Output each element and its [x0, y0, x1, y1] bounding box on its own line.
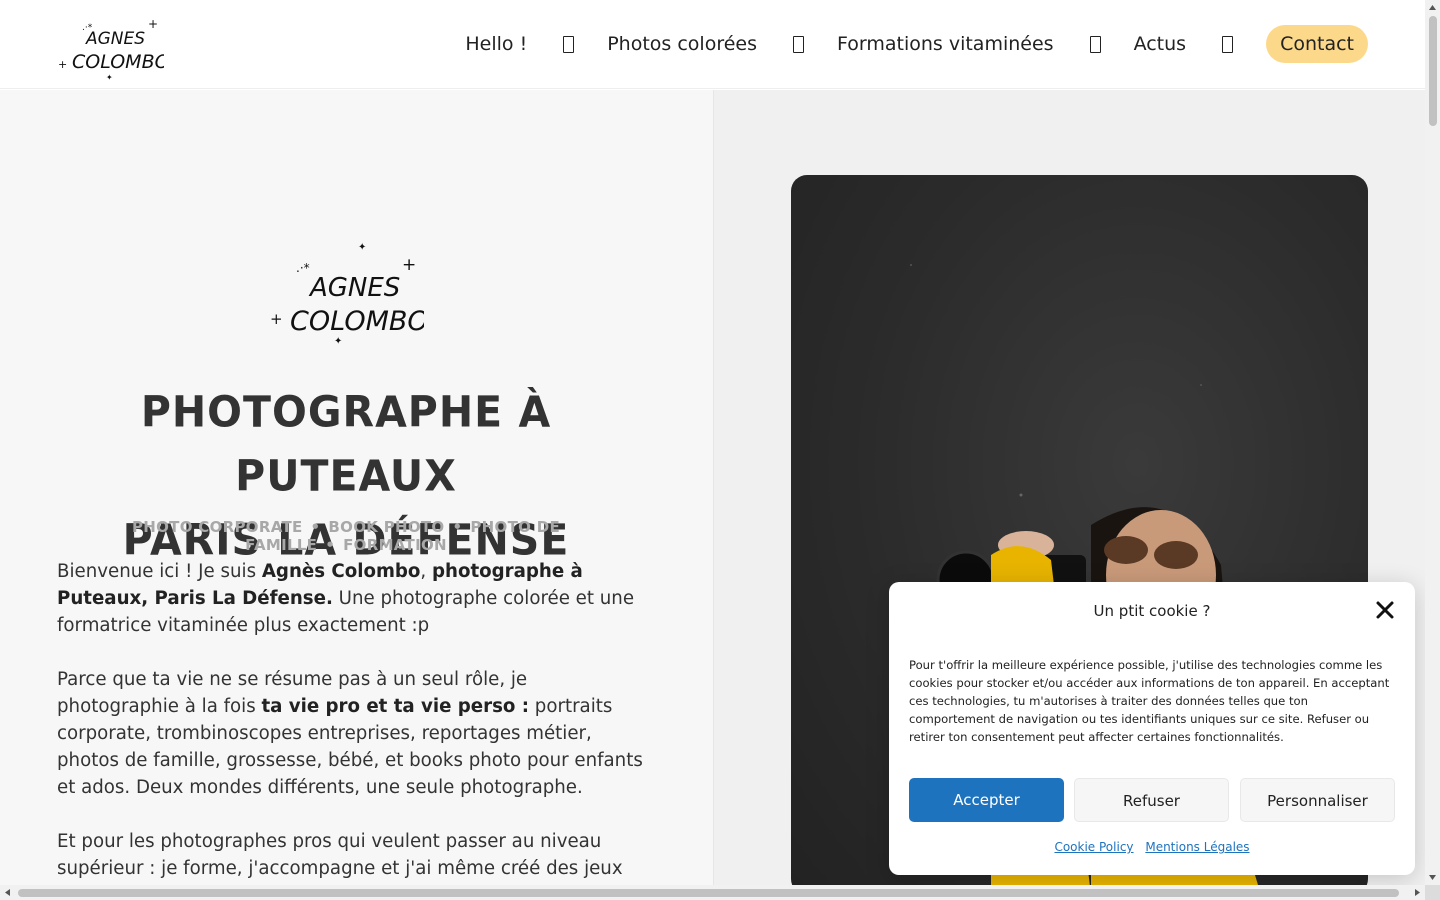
svg-text:COLOMBO: COLOMBO — [290, 306, 424, 337]
intro-paragraph-2: Parce que ta vie ne se résume pas à un s… — [57, 669, 643, 798]
customize-button[interactable]: Personnaliser — [1240, 778, 1395, 822]
nav-item-photos[interactable]: Photos colorées — [607, 33, 757, 55]
svg-text:+: + — [148, 17, 158, 31]
svg-text:✦: ✦ — [334, 336, 342, 346]
cookie-description: Pour t'offrir la meilleure expérience po… — [909, 658, 1390, 744]
svg-text:.·*: .·* — [82, 23, 93, 33]
svg-text:AGNES: AGNES — [85, 29, 145, 49]
scroll-down-icon[interactable] — [1425, 870, 1440, 885]
svg-text:+: + — [402, 255, 416, 275]
logo[interactable]: AGNES COLOMBO + + .·* ✦ — [56, 8, 164, 82]
intro-paragraph-3: Et pour les photographes pros qui veulen… — [57, 831, 623, 879]
svg-text:+: + — [58, 58, 67, 71]
chevron-down-icon[interactable] — [1222, 35, 1234, 53]
chevron-down-icon[interactable] — [563, 35, 575, 53]
hero-logo: AGNES COLOMBO + + ✦ .·* ✦ — [270, 242, 424, 346]
scrollbar-corner — [1425, 885, 1440, 900]
chevron-down-icon[interactable] — [793, 35, 804, 53]
scroll-right-icon[interactable] — [1410, 885, 1425, 900]
vertical-scrollbar[interactable] — [1425, 0, 1440, 885]
svg-text:✦: ✦ — [358, 242, 366, 253]
scroll-up-icon[interactable] — [1425, 0, 1440, 15]
cookie-consent-dialog: Un ptit cookie ? Pour t'offrir la meille… — [889, 582, 1415, 875]
horizontal-scrollbar[interactable] — [0, 885, 1425, 900]
contact-button[interactable]: Contact — [1266, 25, 1368, 63]
cookie-links: Cookie Policy Mentions Légales — [889, 840, 1415, 854]
cookie-policy-link[interactable]: Cookie Policy — [1054, 840, 1133, 854]
scroll-left-icon[interactable] — [0, 885, 15, 900]
svg-text:+: + — [270, 310, 283, 328]
close-icon[interactable] — [1375, 600, 1395, 620]
svg-text:.·*: .·* — [296, 261, 310, 275]
legal-notice-link[interactable]: Mentions Légales — [1145, 840, 1249, 854]
svg-text:COLOMBO: COLOMBO — [72, 51, 164, 73]
refuse-button[interactable]: Refuser — [1074, 778, 1229, 822]
svg-text:AGNES: AGNES — [308, 273, 400, 303]
horizontal-scroll-thumb[interactable] — [18, 889, 1399, 897]
cookie-title: Un ptit cookie ? — [1093, 602, 1211, 620]
site-header: AGNES COLOMBO + + .·* ✦ Hello ! Photos c… — [0, 0, 1425, 89]
chevron-down-icon[interactable] — [1089, 35, 1101, 53]
svg-text:✦: ✦ — [106, 73, 113, 82]
nav-item-actus[interactable]: Actus — [1134, 33, 1187, 55]
accept-button[interactable]: Accepter — [909, 778, 1064, 822]
hero-text-section: AGNES COLOMBO + + ✦ .·* ✦ PHOTOGRAPHE À … — [0, 90, 713, 885]
vertical-scroll-thumb[interactable] — [1429, 16, 1437, 126]
nav-item-hello[interactable]: Hello ! — [465, 33, 527, 55]
services-subtitle: PHOTO CORPORATE • BOOK PHOTO • PHOTO DE FAMI… — [131, 518, 560, 554]
main-nav: Hello ! Photos colorées Formations vitam… — [465, 25, 1368, 63]
nav-item-formations[interactable]: Formations vitaminées — [837, 33, 1054, 55]
intro-paragraph-1: Bienvenue ici ! Je suis Agnès Colombo, p… — [57, 561, 635, 636]
